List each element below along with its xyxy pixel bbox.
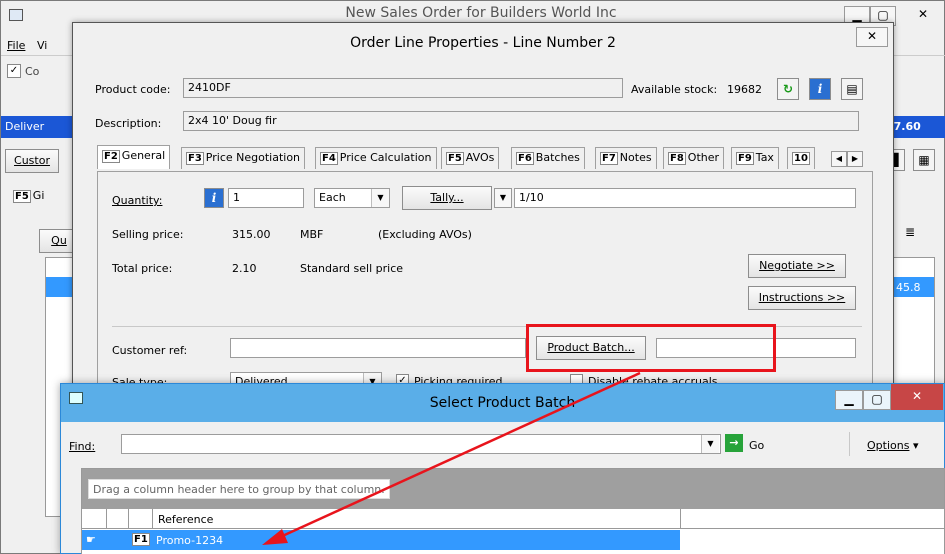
annotation-arrow-head <box>262 529 288 545</box>
annotation-arrow <box>262 371 641 545</box>
annotation-arrow-line <box>277 371 641 540</box>
tab-general[interactable]: F2 General <box>97 145 171 169</box>
